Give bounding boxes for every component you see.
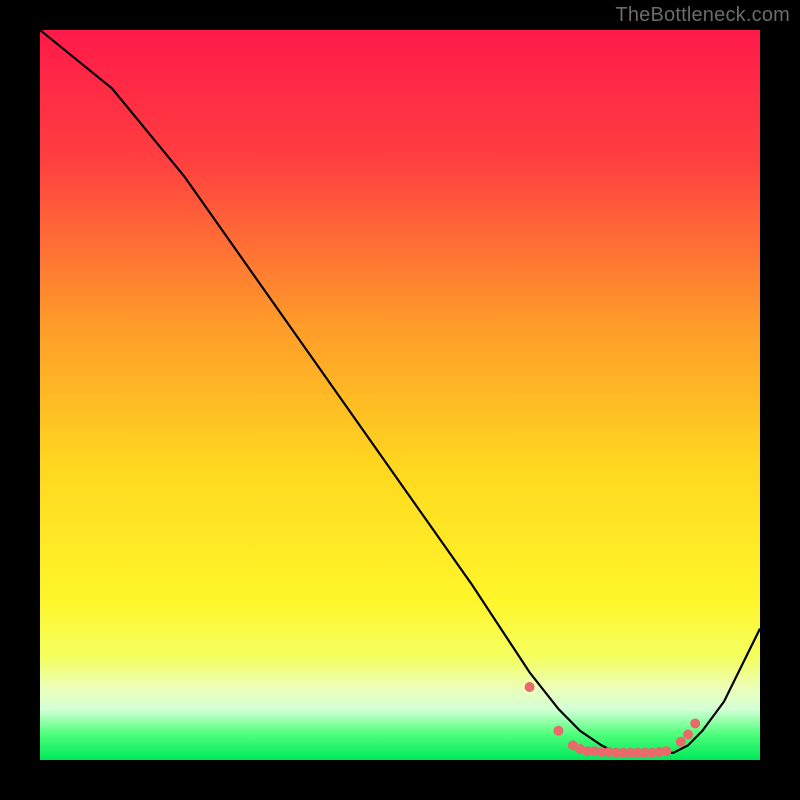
gradient-background [40, 30, 760, 760]
plot-area [40, 30, 760, 760]
chart-svg [40, 30, 760, 760]
data-point [525, 682, 535, 692]
data-point [676, 737, 686, 747]
data-point [690, 719, 700, 729]
data-point [553, 726, 563, 736]
chart-frame: TheBottleneck.com [0, 0, 800, 800]
data-point [683, 730, 693, 740]
watermark-text: TheBottleneck.com [615, 4, 790, 27]
data-point [661, 746, 671, 756]
